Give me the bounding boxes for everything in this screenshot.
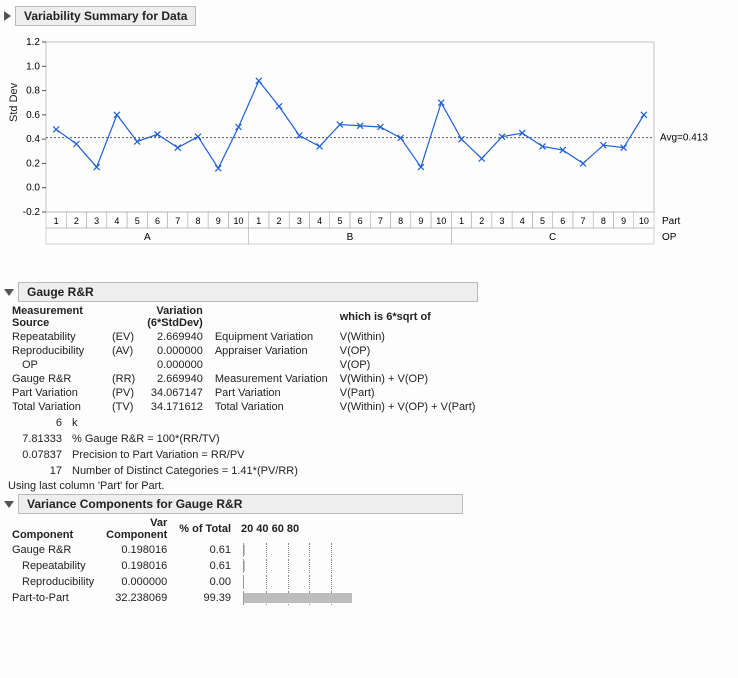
svg-text:7: 7 (378, 216, 383, 226)
svg-text:1: 1 (256, 216, 261, 226)
svg-text:4: 4 (520, 216, 525, 226)
mini-bar (244, 593, 352, 603)
table-row: Gauge R&R 0.198016 0.61 (6, 542, 359, 558)
varcomp-title: Variance Components for Gauge R&R (18, 494, 463, 514)
svg-text:5: 5 (337, 216, 342, 226)
table-row: Reproducibility (AV) 0.000000 Appraiser … (6, 344, 481, 358)
svg-text:C: C (549, 232, 556, 243)
gauge-note: Using last column 'Part' for Part. (8, 480, 734, 492)
table-row: Repeatability (EV) 2.669940 Equipment Va… (6, 330, 481, 344)
svg-text:10: 10 (436, 216, 446, 226)
table-row: Repeatability 0.198016 0.61 (6, 558, 359, 574)
disclosure-right-icon (4, 11, 11, 21)
line-chart-svg: -0.2 0.0 0.2 0.4 0.6 0.8 1.0 1.2 Avg=0.413 1 2 3 4 5 6… (4, 32, 724, 272)
variability-section-header[interactable]: Variability Summary for Data (4, 6, 734, 26)
svg-text:1.0: 1.0 (26, 61, 40, 72)
disclosure-down-icon (4, 289, 14, 296)
svg-text:0.8: 0.8 (26, 86, 40, 97)
svg-text:8: 8 (195, 216, 200, 226)
variability-chart: Std Dev -0.2 0.0 0.2 0.4 0.6 0.8 1.0 1.2 Avg=0.4… (4, 32, 734, 272)
svg-text:9: 9 (621, 216, 626, 226)
svg-text:0.4: 0.4 (26, 134, 40, 145)
table-row: Part-to-Part 32.238069 99.39 (6, 590, 359, 606)
svg-text:2: 2 (74, 216, 79, 226)
svg-text:4: 4 (317, 216, 322, 226)
svg-text:1.2: 1.2 (26, 37, 40, 48)
mini-bar (244, 561, 245, 571)
detail-row: 6k (10, 416, 302, 430)
svg-text:3: 3 (297, 216, 302, 226)
table-row: Gauge R&R (RR) 2.669940 Measurement Vari… (6, 372, 481, 386)
table-row: Reproducibility 0.000000 0.00 (6, 574, 359, 590)
svg-text:3: 3 (499, 216, 504, 226)
svg-text:6: 6 (358, 216, 363, 226)
svg-text:6: 6 (155, 216, 160, 226)
svg-text:4: 4 (114, 216, 119, 226)
svg-text:10: 10 (639, 216, 649, 226)
svg-text:6: 6 (560, 216, 565, 226)
svg-text:9: 9 (216, 216, 221, 226)
svg-text:7: 7 (175, 216, 180, 226)
mini-bar (244, 545, 245, 555)
gauge-title: Gauge R&R (18, 282, 478, 302)
svg-text:1: 1 (459, 216, 464, 226)
svg-text:10: 10 (234, 216, 244, 226)
svg-text:0.2: 0.2 (26, 158, 40, 169)
svg-text:7: 7 (581, 216, 586, 226)
table-row: Total Variation (TV) 34.171612 Total Var… (6, 400, 481, 414)
svg-text:5: 5 (540, 216, 545, 226)
varcomp-section-header[interactable]: Variance Components for Gauge R&R (4, 494, 734, 514)
detail-row: 17Number of Distinct Categories = 1.41*(… (10, 464, 302, 478)
svg-text:-0.2: -0.2 (23, 207, 41, 218)
detail-row: 0.07837Precision to Part Variation = RR/… (10, 448, 302, 462)
table-row: OP 0.000000 V(OP) (6, 358, 481, 372)
svg-text:Part: Part (662, 216, 681, 227)
svg-text:0.6: 0.6 (26, 110, 40, 121)
svg-text:2: 2 (479, 216, 484, 226)
gauge-details: 6k 7.81333% Gauge R&R = 100*(RR/TV) 0.0783… (8, 414, 304, 480)
gauge-section-header[interactable]: Gauge R&R (4, 282, 734, 302)
detail-row: 7.81333% Gauge R&R = 100*(RR/TV) (10, 432, 302, 446)
svg-text:8: 8 (398, 216, 403, 226)
svg-text:A: A (144, 232, 151, 243)
disclosure-down-icon (4, 501, 14, 508)
svg-text:Avg=0.413: Avg=0.413 (660, 133, 708, 144)
svg-text:5: 5 (135, 216, 140, 226)
svg-text:0.0: 0.0 (26, 183, 40, 194)
y-axis-label: Std Dev (8, 83, 20, 122)
table-row: Part Variation (PV) 34.067147 Part Varia… (6, 386, 481, 400)
varcomp-table: Component VarComponent % of Total 20 40 … (6, 516, 359, 606)
svg-text:9: 9 (418, 216, 423, 226)
svg-text:3: 3 (94, 216, 99, 226)
svg-text:B: B (347, 232, 354, 243)
variability-title: Variability Summary for Data (15, 6, 196, 26)
svg-text:1: 1 (54, 216, 59, 226)
svg-text:8: 8 (601, 216, 606, 226)
svg-text:2: 2 (277, 216, 282, 226)
gauge-table: MeasurementSource Variation(6*StdDev) wh… (6, 304, 481, 414)
svg-text:OP: OP (662, 232, 677, 243)
